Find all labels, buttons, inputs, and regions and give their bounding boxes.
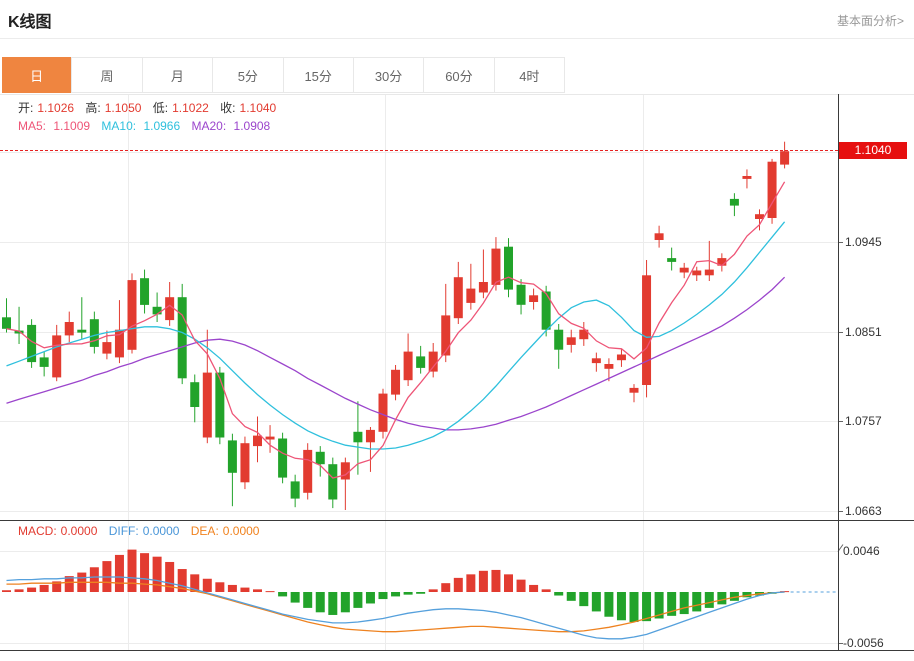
price-tick-label: 1.0851 [845,325,882,339]
ohlc-readout: 开: 1.1026 高: 1.1050 低: 1.1022 收: 1.1040 [18,99,284,116]
close-value: 1.1040 [240,101,277,115]
high-value: 1.1050 [105,101,142,115]
ma5-value: 1.1009 [53,119,90,133]
ma-readout: MA5: 1.1009 MA10: 1.0966 MA20: 1.0908 [18,119,278,133]
dea-value: 0.0000 [223,524,260,538]
ma5-label: MA5: [18,119,46,133]
close-label: 收: [220,101,235,115]
ma10-label: MA10: [101,119,136,133]
open-value: 1.1026 [37,101,74,115]
ma20-label: MA20: [191,119,226,133]
price-tick-label: 1.0945 [845,235,882,249]
ma20-value: 1.0908 [234,119,271,133]
diff-value: 0.0000 [143,524,180,538]
current-price-tag: 1.1040 [839,142,907,159]
price-tick-label: 1.0757 [845,414,882,428]
diff-label: DIFF: [109,524,139,538]
high-label: 高: [85,101,100,115]
low-value: 1.1022 [172,101,209,115]
macd-tick-label: -0.0056 [843,636,884,650]
price-tick-label: 1.0663 [845,504,882,518]
macd-value: 0.0000 [61,524,98,538]
dea-label: DEA: [191,524,219,538]
macd-label: MACD: [18,524,57,538]
low-label: 低: [153,101,168,115]
macd-tick-label: 0.0046 [843,544,880,558]
open-label: 开: [18,101,33,115]
ma10-value: 1.0966 [143,119,180,133]
macd-readout: MACD: 0.0000 DIFF: 0.0000 DEA: 0.0000 [18,524,267,538]
